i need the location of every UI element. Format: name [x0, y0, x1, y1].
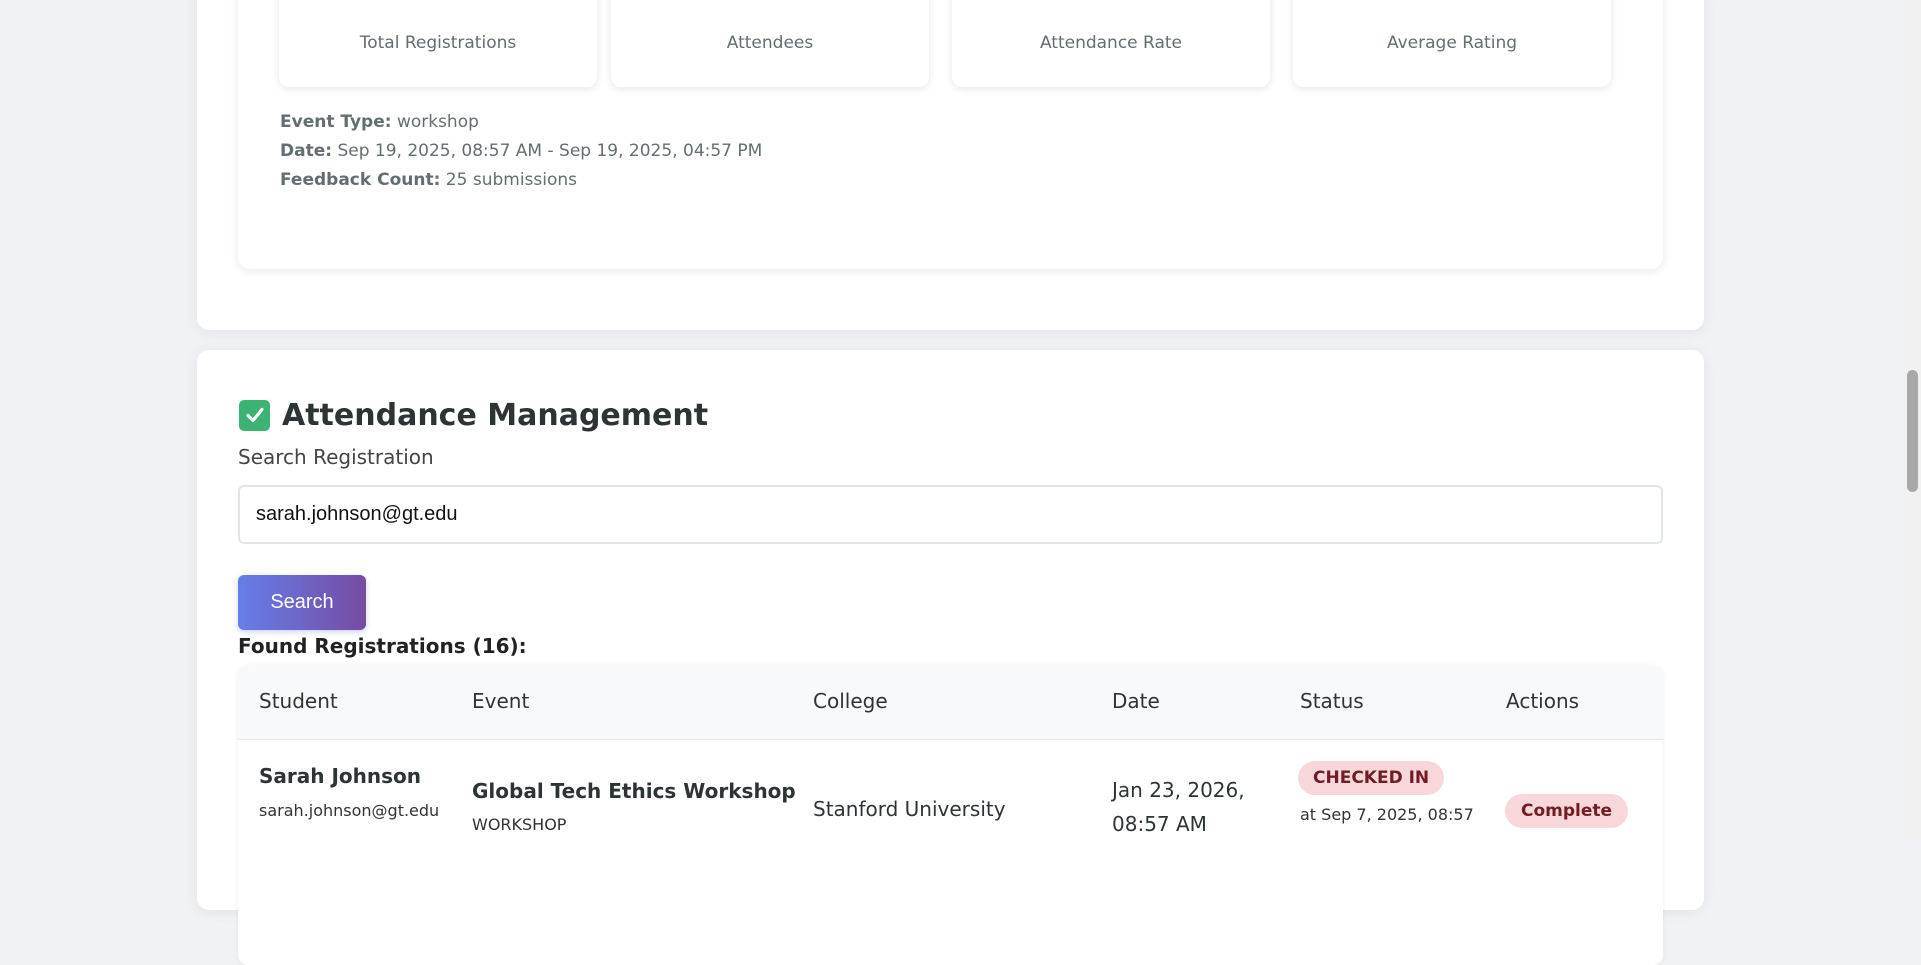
event-date-label: Date:: [280, 141, 333, 161]
stat-card-attendees: – Attendees: [611, 0, 929, 87]
header-student: Student: [259, 689, 338, 713]
event-analytics-panel: – Total Registrations – Attendees – Atte…: [197, 0, 1704, 330]
event-date-line1: Jan 23, 2026,: [1112, 778, 1245, 802]
stat-label-attendance-rate: Attendance Rate: [1039, 33, 1183, 53]
complete-button[interactable]: Complete: [1505, 794, 1629, 828]
event-name: Global Tech Ethics Workshop: [472, 779, 796, 803]
stat-value-attendees: –: [611, 0, 929, 1]
event-type-line: Event Type: workshop: [280, 112, 479, 132]
stat-value-average-rating: –: [1293, 0, 1611, 1]
student-name: Sarah Johnson: [259, 764, 422, 788]
attendance-title-text: Attendance Management: [282, 397, 709, 433]
event-date-value: Sep 19, 2025, 08:57 AM - Sep 19, 2025, 0…: [337, 141, 763, 161]
found-registrations-count: Found Registrations (16):: [238, 634, 527, 658]
stat-label-average-rating: Average Rating: [1386, 33, 1518, 53]
stat-label-total-registrations: Total Registrations: [359, 33, 517, 53]
event-type-value: workshop: [396, 112, 479, 132]
event-type-label: Event Type:: [280, 112, 392, 132]
stat-card-average-rating: – Average Rating: [1293, 0, 1611, 87]
search-button[interactable]: Search: [238, 575, 366, 630]
header-college: College: [813, 689, 888, 713]
stat-card-total-registrations: – Total Registrations: [279, 0, 597, 87]
feedback-count-line: Feedback Count: 25 submissions: [280, 170, 577, 190]
search-registration-label: Search Registration: [238, 445, 434, 469]
header-actions: Actions: [1506, 689, 1580, 713]
table-header: Student Event College Date Status Action…: [238, 665, 1663, 740]
event-date-line: Date: Sep 19, 2025, 08:57 AM - Sep 19, 2…: [280, 141, 762, 161]
search-registration-input[interactable]: [238, 485, 1663, 544]
header-status: Status: [1300, 689, 1364, 713]
feedback-count-label: Feedback Count:: [280, 170, 441, 190]
stat-label-attendees: Attendees: [726, 33, 814, 53]
feedback-count-value: 25 submissions: [445, 170, 578, 190]
college-name: Stanford University: [813, 797, 1006, 821]
header-event: Event: [472, 689, 530, 713]
status-time: at Sep 7, 2025, 08:57: [1300, 805, 1474, 824]
event-analytics-card: – Total Registrations – Attendees – Atte…: [238, 0, 1663, 269]
attendance-management-panel: Attendance Management Search Registratio…: [197, 350, 1704, 965]
stat-card-attendance-rate: – Attendance Rate: [952, 0, 1270, 87]
scrollbar-thumb[interactable]: [1907, 370, 1918, 492]
status-badge: CHECKED IN: [1298, 761, 1445, 795]
stat-value-total-registrations: –: [279, 0, 597, 1]
stat-value-attendance-rate: –: [952, 0, 1270, 1]
registrations-table: Student Event College Date Status Action…: [238, 665, 1663, 965]
student-email: sarah.johnson@gt.edu: [259, 801, 440, 820]
event-date-line2: 08:57 AM: [1112, 812, 1207, 836]
event-type: WORKSHOP: [472, 815, 567, 834]
header-date: Date: [1112, 689, 1160, 713]
check-icon: [239, 399, 270, 431]
attendance-title: Attendance Management: [239, 395, 708, 435]
